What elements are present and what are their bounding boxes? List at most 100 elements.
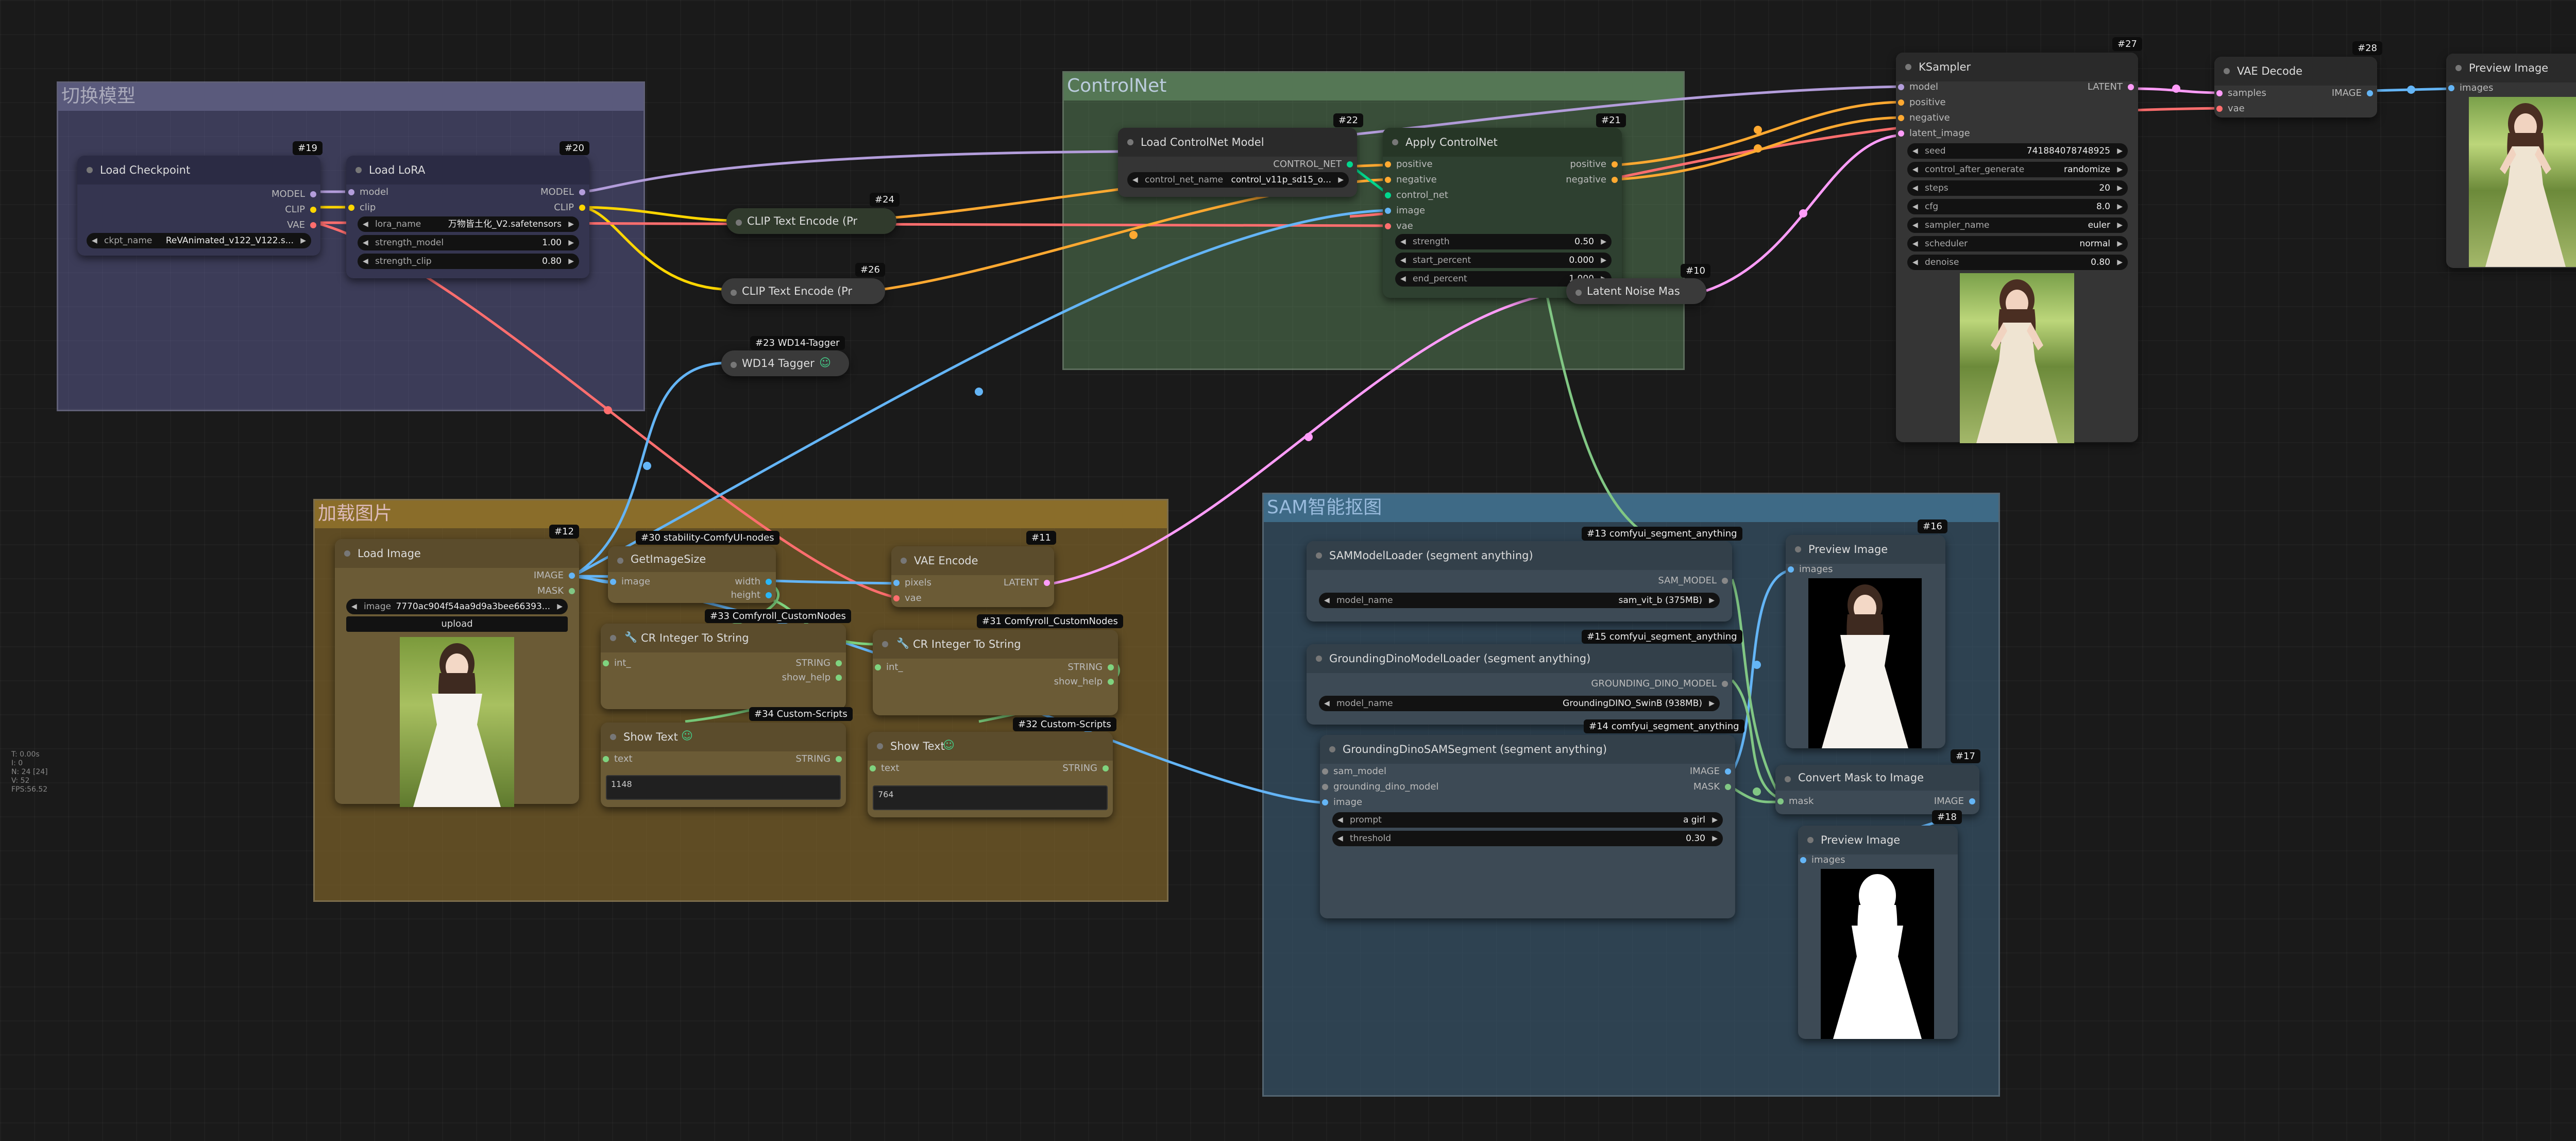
node-clip-text-encode-negative[interactable]: CLIP Text Encode (Pr [721, 278, 885, 304]
node-preview-image-final[interactable]: Preview Image images [2446, 54, 2576, 268]
sampler-name-combo[interactable]: sampler_name euler [1907, 217, 2128, 233]
output-vae[interactable]: VAE [287, 217, 318, 233]
input-images[interactable]: images [1786, 562, 1833, 577]
output-model[interactable]: MODEL [540, 184, 587, 200]
node-apply-controlnet[interactable]: Apply ControlNet positive negative contr… [1383, 128, 1622, 298]
output-show-help[interactable]: show_help [782, 670, 844, 685]
strength-number[interactable]: strength 0.50 [1395, 234, 1612, 249]
node-vae-encode[interactable]: VAE Encode pixels vae LATENT [891, 546, 1054, 607]
strength-model-number[interactable]: strength_model 1.00 [358, 235, 579, 250]
input-vae[interactable]: vae [891, 591, 922, 606]
output-image[interactable]: IMAGE [2332, 86, 2375, 101]
output-negative[interactable]: negative [1566, 172, 1620, 188]
node-wd14-tagger[interactable]: WD14 Tagger ☺ [721, 350, 849, 376]
output-string[interactable]: STRING [795, 656, 844, 671]
seed-number[interactable]: seed 741884078748925 [1907, 143, 2128, 159]
node-preview-image-segment[interactable]: Preview Image images [1786, 535, 1945, 748]
input-negative[interactable]: negative [1896, 110, 1950, 126]
output-mask[interactable]: MASK [1693, 779, 1733, 795]
input-text[interactable]: text [868, 761, 900, 776]
input-grounding-dino-model[interactable]: grounding_dino_model [1320, 779, 1438, 795]
output-string[interactable]: STRING [795, 751, 844, 767]
node-show-text-width[interactable]: Show Text ☺ text STRING 764 [868, 732, 1113, 817]
node-get-image-size[interactable]: GetImageSize image width height [608, 546, 776, 603]
input-positive[interactable]: positive [1896, 95, 1946, 110]
node-cr-integer-to-string-width[interactable]: CR Integer To String 🔧 int_ STRING show_… [873, 630, 1118, 715]
input-image[interactable]: image [1383, 203, 1425, 219]
input-int[interactable]: int_ [873, 660, 903, 675]
node-ksampler[interactable]: KSampler model positive negative latent_… [1896, 53, 2138, 443]
output-string[interactable]: STRING [1062, 761, 1111, 776]
input-images[interactable]: images [2446, 80, 2493, 96]
output-latent[interactable]: LATENT [1004, 575, 1052, 591]
threshold-number[interactable]: threshold 0.30 [1332, 831, 1723, 846]
control-after-generate-combo[interactable]: control_after_generate randomize [1907, 162, 2128, 177]
input-samples[interactable]: samples [2214, 86, 2266, 101]
input-sam-model[interactable]: sam_model [1320, 764, 1386, 779]
input-image[interactable]: image [1320, 795, 1362, 810]
denoise-number[interactable]: denoise 0.80 [1907, 255, 2128, 270]
node-vae-decode[interactable]: VAE Decode samples vae IMAGE [2214, 57, 2377, 118]
input-latent-image[interactable]: latent_image [1896, 126, 1970, 141]
input-model[interactable]: model [1896, 79, 1938, 95]
node-grounding-dino-model-loader[interactable]: GroundingDinoModelLoader (segment anythi… [1307, 644, 1732, 725]
node-load-checkpoint[interactable]: Load Checkpoint MODEL CLIP VAE ckpt_name… [77, 156, 320, 256]
node-cr-integer-to-string-height[interactable]: CR Integer To String 🔧 int_ STRING show_… [601, 624, 846, 709]
output-clip[interactable]: CLIP [285, 202, 318, 217]
output-image[interactable]: IMAGE [534, 568, 577, 583]
node-grounding-dino-sam-segment[interactable]: GroundingDinoSAMSegment (segment anythin… [1320, 735, 1735, 918]
node-load-image[interactable]: Load Image IMAGE MASK image 7770ac904f54a… [335, 539, 579, 807]
node-id-badge: #13 comfyui_segment_anything [1582, 527, 1742, 541]
output-latent[interactable]: LATENT [2088, 79, 2136, 95]
cfg-number[interactable]: cfg 8.0 [1907, 199, 2128, 214]
image-file-combo[interactable]: image 7770ac904f54aa9d9a3bee66393... [346, 599, 568, 614]
input-int[interactable]: int_ [601, 656, 631, 671]
node-load-lora[interactable]: Load LoRA model clip MODEL CLIP lora_nam… [346, 156, 589, 278]
node-clip-text-encode-positive[interactable]: CLIP Text Encode (Pr [726, 208, 896, 234]
input-negative[interactable]: negative [1383, 172, 1437, 188]
node-preview-image-mask[interactable]: Preview Image images [1798, 826, 1958, 1039]
input-control-net[interactable]: control_net [1383, 188, 1448, 203]
output-image[interactable]: IMAGE [1690, 764, 1733, 779]
node-id-badge: #28 [2352, 41, 2382, 55]
prompt-text-field[interactable]: prompt a girl [1332, 812, 1723, 828]
node-show-text-height[interactable]: Show Text ☺ text STRING 1148 [601, 723, 846, 807]
node-sam-model-loader[interactable]: SAMModelLoader (segment anything) SAM_MO… [1307, 541, 1732, 622]
sam-model-name-combo[interactable]: model_name sam_vit_b (375MB) [1319, 593, 1720, 608]
node-load-controlnet-model[interactable]: Load ControlNet Model CONTROL_NET contro… [1118, 128, 1357, 197]
output-grounding-dino-model[interactable]: GROUNDING_DINO_MODEL [1591, 676, 1730, 692]
input-model[interactable]: model [346, 184, 388, 200]
output-image[interactable]: IMAGE [1934, 794, 1977, 809]
start-percent-number[interactable]: start_percent 0.000 [1395, 253, 1612, 268]
text-display[interactable]: 764 [873, 785, 1108, 810]
input-vae[interactable]: vae [1383, 219, 1413, 234]
ckpt-name-combo[interactable]: ckpt_name ReVAnimated_v122_V122.s... [87, 233, 311, 248]
node-convert-mask-to-image[interactable]: Convert Mask to Image mask IMAGE [1775, 765, 1979, 814]
output-model[interactable]: MODEL [272, 187, 318, 202]
output-string[interactable]: STRING [1067, 660, 1116, 675]
output-sam-model[interactable]: SAM_MODEL [1658, 573, 1730, 589]
input-clip[interactable]: clip [346, 200, 376, 215]
text-display[interactable]: 1148 [606, 775, 841, 800]
steps-number[interactable]: steps 20 [1907, 180, 2128, 196]
lora-name-combo[interactable]: lora_name 万物皆土化_V2.safetensors [358, 216, 579, 232]
input-pixels[interactable]: pixels [891, 575, 931, 591]
output-clip[interactable]: CLIP [554, 200, 587, 215]
input-text[interactable]: text [601, 751, 633, 767]
input-vae[interactable]: vae [2214, 101, 2245, 116]
output-show-help[interactable]: show_help [1054, 674, 1116, 690]
strength-clip-number[interactable]: strength_clip 0.80 [358, 254, 579, 269]
control-net-name-combo[interactable]: control_net_name control_v11p_sd15_o... [1127, 172, 1349, 188]
upload-button[interactable]: upload [346, 616, 568, 632]
input-positive[interactable]: positive [1383, 157, 1433, 172]
scheduler-combo[interactable]: scheduler normal [1907, 236, 2128, 251]
node-latent-noise-mask[interactable]: Latent Noise Mas [1566, 278, 1706, 304]
output-mask[interactable]: MASK [537, 583, 577, 599]
output-positive[interactable]: positive [1570, 157, 1620, 172]
input-image[interactable]: image [608, 574, 650, 590]
output-height[interactable]: height [731, 588, 774, 603]
input-mask[interactable]: mask [1775, 794, 1814, 809]
input-images[interactable]: images [1798, 852, 1845, 868]
output-control-net[interactable]: CONTROL_NET [1273, 157, 1355, 172]
dino-model-name-combo[interactable]: model_name GroundingDINO_SwinB (938MB) [1319, 696, 1720, 711]
